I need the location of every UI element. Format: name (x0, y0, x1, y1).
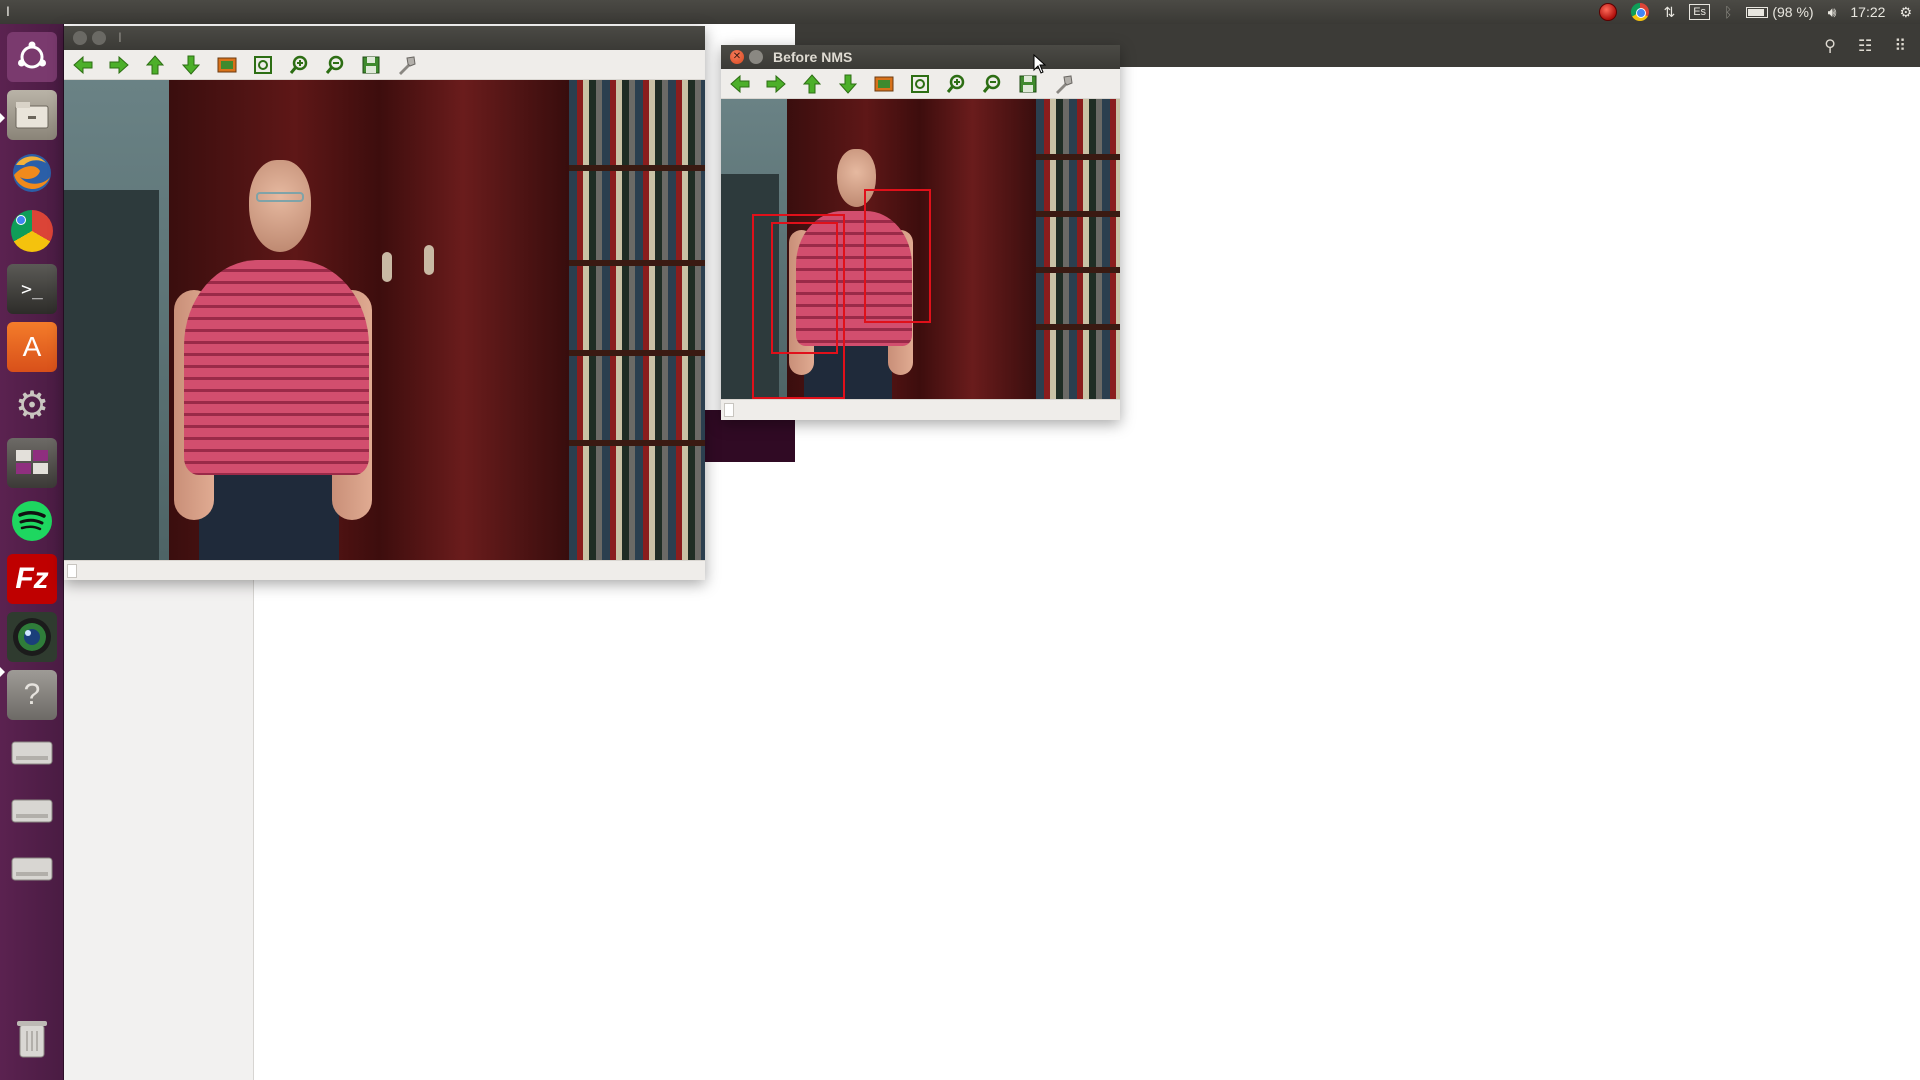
background-window-sidebar (64, 575, 254, 1080)
unity-launcher: >_ A ⚙ Fz ? (0, 24, 64, 1080)
cheese-webcam-icon[interactable] (7, 612, 57, 662)
chrome-icon[interactable] (7, 206, 57, 256)
chrome-tray-icon[interactable] (1631, 0, 1650, 24)
close-button[interactable] (73, 31, 87, 45)
save-icon[interactable] (1017, 73, 1039, 95)
list-view-icon[interactable]: ☷ (1858, 36, 1872, 56)
arrow-left-icon[interactable] (72, 54, 94, 76)
arrow-up-icon[interactable] (801, 73, 823, 95)
battery-icon (1746, 6, 1769, 18)
arrow-right-icon[interactable] (765, 73, 787, 95)
volume-icon[interactable]: 🔊︎ (1828, 0, 1837, 24)
arrow-up-icon[interactable] (144, 54, 166, 76)
window-titlebar[interactable]: I (64, 26, 705, 50)
minimize-button[interactable] (92, 31, 106, 45)
app-indicator: I (6, 3, 10, 19)
minimize-button[interactable] (749, 50, 763, 64)
window-statusbar (721, 399, 1120, 419)
wardrobe-handle (424, 245, 434, 275)
detection-box (771, 222, 838, 354)
drive-icon[interactable] (7, 728, 57, 778)
properties-icon[interactable] (1053, 73, 1075, 95)
running-indicator (0, 667, 5, 677)
wardrobe-handle (382, 252, 392, 282)
zoom-in-icon[interactable] (288, 54, 310, 76)
spotify-icon[interactable] (7, 496, 57, 546)
zoom-out-icon[interactable] (324, 54, 346, 76)
ubuntu-home-icon[interactable] (7, 32, 57, 82)
properties-icon[interactable] (396, 54, 418, 76)
workspace-switcher-icon[interactable] (7, 438, 57, 488)
battery-percentage: (98 %) (1772, 4, 1814, 20)
arrow-left-icon[interactable] (729, 73, 751, 95)
firefox-icon[interactable] (7, 148, 57, 198)
image-icon[interactable] (873, 73, 895, 95)
keyboard-layout-indicator[interactable]: Es (1689, 0, 1711, 24)
zoom-out-icon[interactable] (981, 73, 1003, 95)
opencv-window-before-nms: ✕ Before NMS (721, 45, 1120, 420)
system-tray: ⇅ Es ᛒ (98 %) 🔊︎ 17:22 ⚙ (1599, 0, 1920, 24)
image-canvas[interactable] (64, 80, 705, 560)
opencv-window-main: I (64, 26, 705, 580)
top-panel: I ⇅ Es ᛒ (98 %) 🔊︎ 17:22 ⚙ (0, 0, 1920, 24)
image-icon[interactable] (216, 54, 238, 76)
window-toolbar (721, 69, 1120, 99)
clock[interactable]: 17:22 (1850, 0, 1885, 24)
window-toolbar (64, 50, 705, 80)
detection-box (864, 189, 931, 323)
window-titlebar[interactable]: ✕ Before NMS (721, 45, 1120, 69)
window-title: I (118, 29, 122, 45)
system-settings-icon[interactable]: ⚙ (7, 380, 57, 430)
window-statusbar (64, 560, 705, 580)
terminal-icon[interactable]: >_ (7, 264, 57, 314)
save-icon[interactable] (360, 54, 382, 76)
zoom-in-icon[interactable] (945, 73, 967, 95)
arrow-down-icon[interactable] (180, 54, 202, 76)
battery-indicator[interactable]: (98 %) (1746, 0, 1814, 24)
trash-icon[interactable] (7, 1014, 57, 1064)
window-title: Before NMS (773, 49, 853, 65)
arrow-down-icon[interactable] (837, 73, 859, 95)
close-button[interactable]: ✕ (730, 50, 744, 64)
drive-icon[interactable] (7, 844, 57, 894)
record-indicator-icon[interactable] (1599, 0, 1618, 24)
running-indicator (0, 113, 5, 123)
search-icon[interactable]: ⚲ (1824, 36, 1836, 56)
gear-icon[interactable]: ⚙ (1899, 0, 1912, 24)
software-center-icon[interactable]: A (7, 322, 57, 372)
bluetooth-icon[interactable]: ᛒ (1724, 0, 1732, 24)
door (64, 190, 159, 560)
zoom-fit-icon[interactable] (252, 54, 274, 76)
grid-view-icon[interactable]: ⠿ (1894, 36, 1906, 56)
help-icon[interactable]: ? (7, 670, 57, 720)
arrow-right-icon[interactable] (108, 54, 130, 76)
glasses (256, 192, 304, 202)
network-icon[interactable]: ⇅ (1663, 0, 1675, 24)
files-icon[interactable] (7, 90, 57, 140)
drive-icon[interactable] (7, 786, 57, 836)
mouse-cursor-icon (1033, 54, 1047, 74)
zoom-fit-icon[interactable] (909, 73, 931, 95)
image-canvas[interactable] (721, 99, 1120, 399)
filezilla-icon[interactable]: Fz (7, 554, 57, 604)
